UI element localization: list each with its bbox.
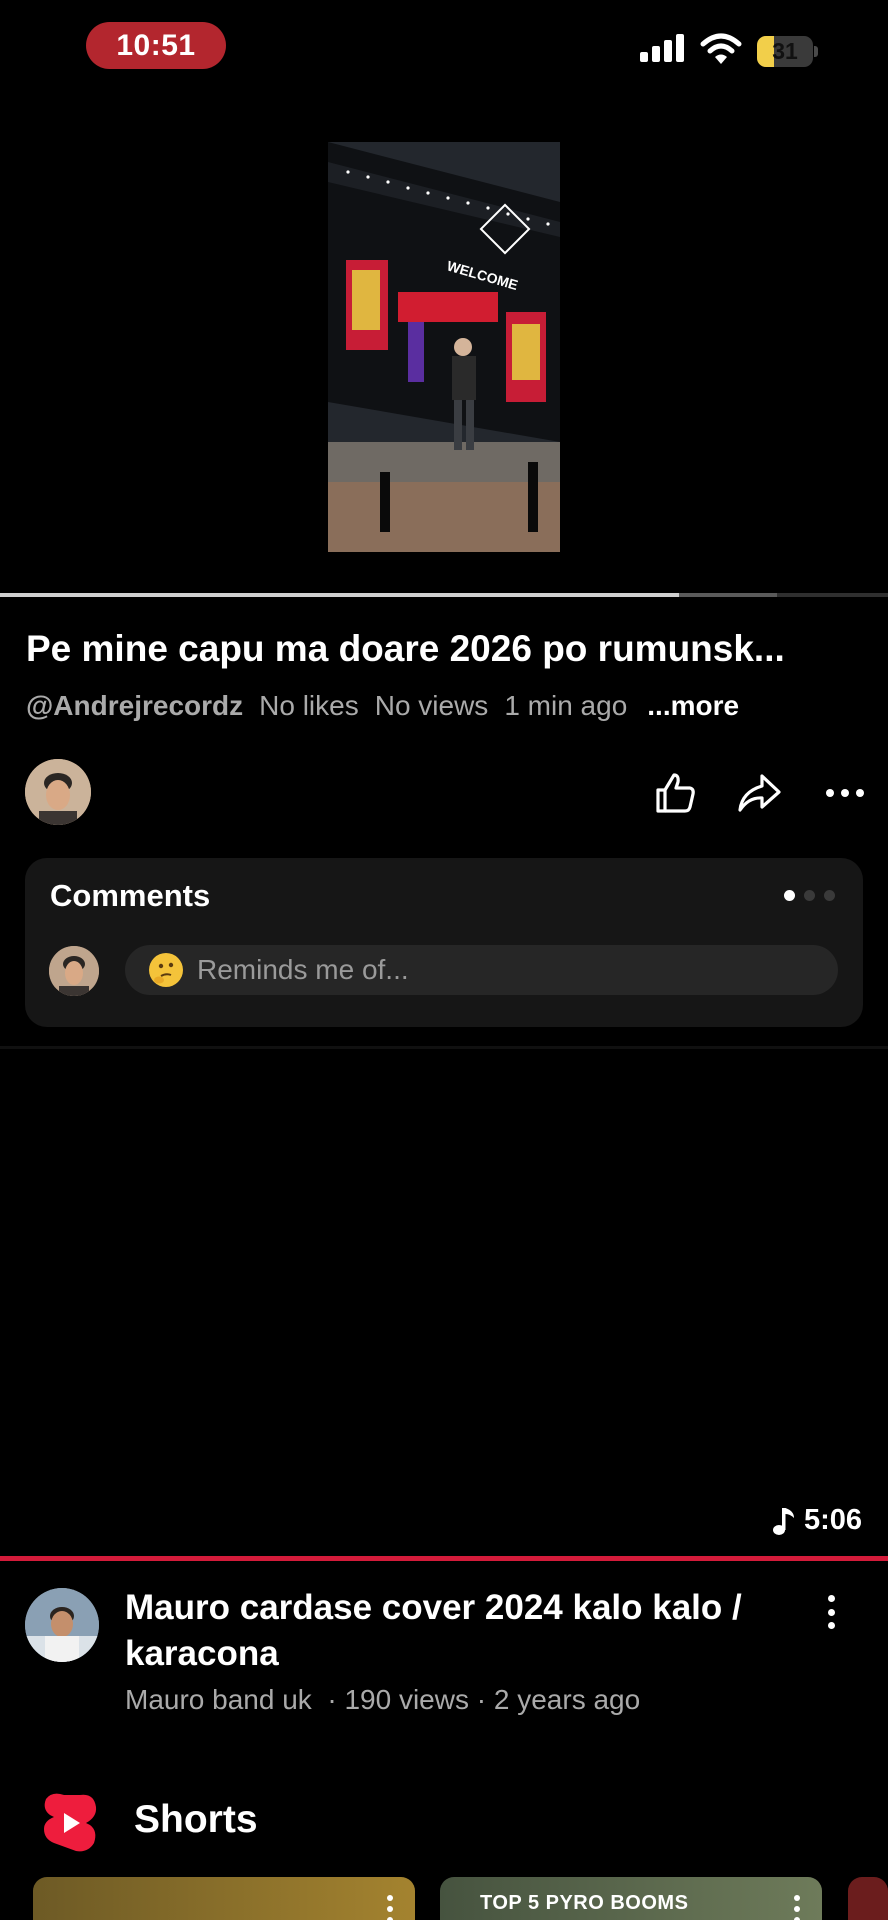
- more-horizontal-icon: [826, 789, 864, 797]
- video-title[interactable]: Pe mine capu ma doare 2026 po rumunsk...: [26, 628, 866, 670]
- comments-card[interactable]: Comments Reminds me of...: [25, 858, 863, 1027]
- next-video-views: 190 views: [344, 1684, 469, 1715]
- next-video-channel[interactable]: Mauro band uk: [125, 1684, 312, 1715]
- comment-placeholder: Reminds me of...: [197, 954, 409, 985]
- next-video-title[interactable]: Mauro cardase cover 2024 kalo kalo / kar…: [125, 1585, 775, 1677]
- short-card[interactable]: [848, 1877, 888, 1920]
- section-divider: [0, 1046, 888, 1049]
- pager-dot-active: [784, 890, 795, 901]
- like-count: No likes: [259, 690, 359, 721]
- next-video-menu-button[interactable]: [816, 1592, 846, 1632]
- comments-title: Comments: [50, 878, 211, 913]
- video-frame[interactable]: WELCOME: [328, 142, 560, 552]
- progress-played: [0, 593, 680, 597]
- like-button[interactable]: [650, 768, 700, 818]
- battery-icon: 31: [757, 36, 819, 67]
- user-avatar: [49, 946, 99, 996]
- video-player[interactable]: WELCOME: [0, 95, 888, 595]
- next-video-channel-avatar[interactable]: [25, 1588, 99, 1662]
- pager-dot: [804, 890, 815, 901]
- next-video-progress-line: [0, 1556, 888, 1561]
- music-note-icon: [772, 1507, 794, 1535]
- status-bar: 10:51 31: [0, 0, 888, 95]
- more-link[interactable]: ...more: [647, 690, 739, 722]
- share-button[interactable]: [734, 768, 784, 818]
- meta-separator: ·: [327, 1684, 337, 1715]
- video-meta[interactable]: @Andrejrecordz No likes No views 1 min a…: [26, 690, 739, 722]
- comment-input[interactable]: Reminds me of...: [125, 945, 838, 995]
- short-card-menu-button[interactable]: [794, 1895, 800, 1920]
- thinking-face-emoji-icon: [149, 953, 183, 987]
- short-card[interactable]: [33, 1877, 415, 1920]
- shorts-section-title: Shorts: [134, 1798, 258, 1841]
- next-video-age: 2 years ago: [493, 1684, 641, 1715]
- next-video-meta: Mauro band uk · 190 views · 2 years ago: [125, 1684, 640, 1716]
- thumbs-up-icon: [656, 773, 695, 813]
- comments-pager-dots: [784, 890, 835, 901]
- more-actions-button[interactable]: [820, 768, 870, 818]
- kebab-dot: [827, 1608, 835, 1616]
- wifi-icon: [700, 33, 742, 64]
- video-frame-image: WELCOME: [328, 142, 560, 552]
- channel-avatar[interactable]: [25, 759, 91, 825]
- pager-dot: [824, 890, 835, 901]
- short-card-menu-button[interactable]: [387, 1895, 393, 1920]
- battery-level: 31: [772, 38, 798, 64]
- next-video-duration: 5:06: [772, 1504, 862, 1537]
- upload-age: 1 min ago: [504, 690, 628, 721]
- status-time: 10:51: [86, 22, 226, 69]
- meta-separator: ·: [476, 1684, 487, 1715]
- kebab-dot: [827, 1595, 835, 1602]
- channel-handle[interactable]: @Andrejrecordz: [26, 690, 243, 722]
- short-card-title: TOP 5 PYRO BOOMS: [480, 1892, 689, 1914]
- shorts-logo-icon: [44, 1793, 97, 1852]
- cellular-signal-icon: [640, 34, 684, 62]
- view-count: No views: [374, 690, 489, 721]
- duration-text: 5:06: [803, 1504, 862, 1536]
- short-card[interactable]: TOP 5 PYRO BOOMS: [440, 1877, 822, 1920]
- share-icon: [738, 774, 781, 812]
- kebab-dot: [827, 1622, 835, 1629]
- video-progress-bar[interactable]: [0, 593, 888, 597]
